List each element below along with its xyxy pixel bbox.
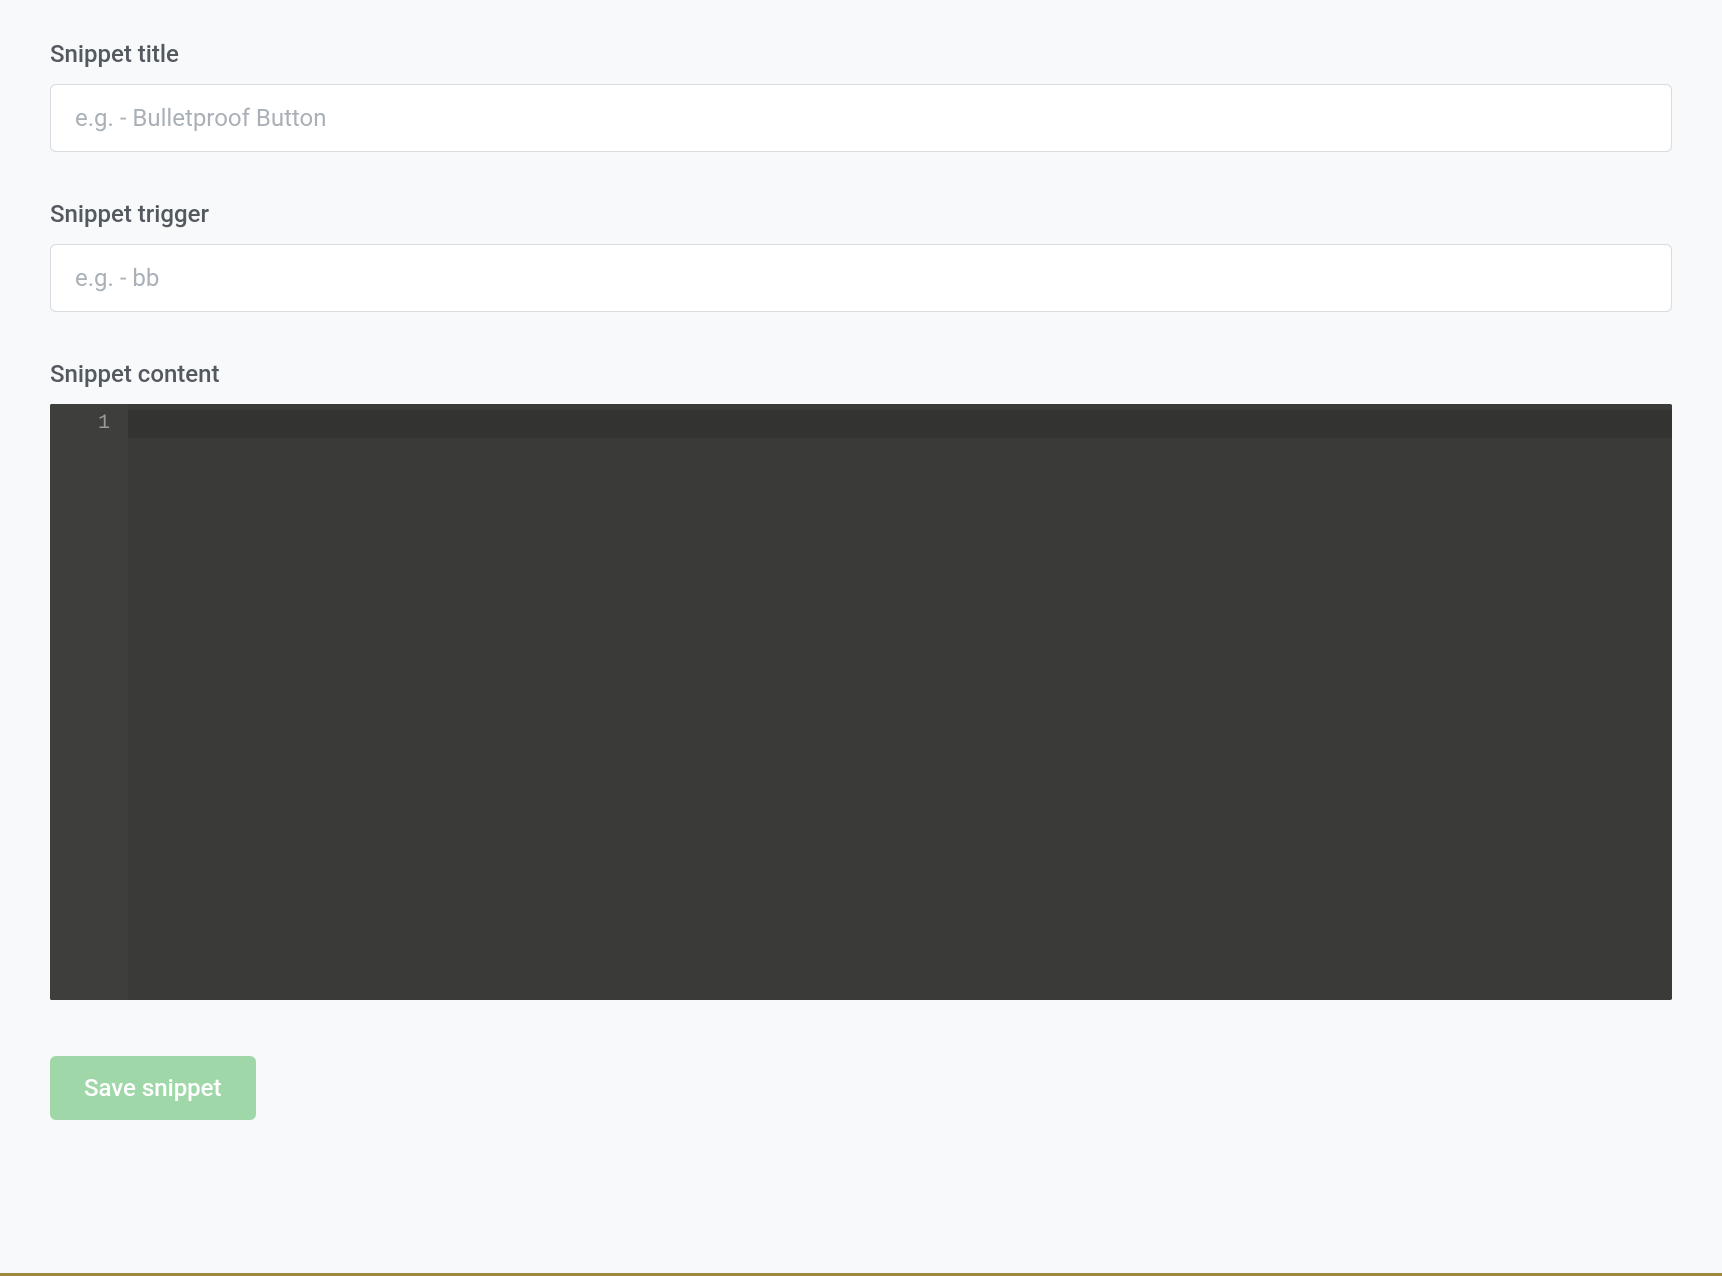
save-snippet-button[interactable]: Save snippet <box>50 1056 256 1120</box>
code-editor-gutter: 1 <box>50 404 128 1000</box>
snippet-trigger-group: Snippet trigger <box>50 200 1672 312</box>
snippet-trigger-label: Snippet trigger <box>50 200 1672 228</box>
code-editor-textarea[interactable] <box>128 404 1672 1000</box>
snippet-content-group: Snippet content 1 <box>50 360 1672 1000</box>
code-editor[interactable]: 1 <box>50 404 1672 1000</box>
line-number: 1 <box>50 410 128 438</box>
code-editor-content[interactable] <box>128 404 1672 1000</box>
snippet-title-label: Snippet title <box>50 40 1672 68</box>
snippet-trigger-input[interactable] <box>50 244 1672 312</box>
snippet-title-group: Snippet title <box>50 40 1672 152</box>
snippet-title-input[interactable] <box>50 84 1672 152</box>
snippet-content-label: Snippet content <box>50 360 1672 388</box>
